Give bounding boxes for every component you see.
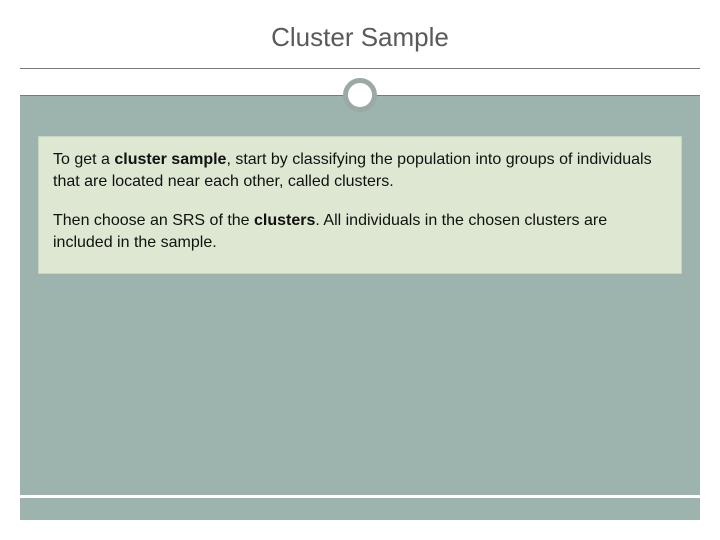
p1-lead: To get a [53, 151, 114, 168]
p2-lead: Then choose an SRS of the [53, 212, 254, 229]
ring-ornament-icon [343, 78, 377, 112]
slide: Cluster Sample To get a cluster sample, … [0, 0, 720, 540]
p2-bold-term: clusters [254, 212, 315, 229]
paragraph-2: Then choose an SRS of the clusters. All … [53, 210, 667, 253]
paragraph-1: To get a cluster sample, start by classi… [53, 149, 667, 192]
divider-top [20, 68, 700, 69]
definition-box: To get a cluster sample, start by classi… [38, 136, 682, 274]
p1-bold-term: cluster sample [114, 151, 226, 168]
slide-title: Cluster Sample [0, 22, 720, 53]
footer-bar [20, 498, 700, 520]
